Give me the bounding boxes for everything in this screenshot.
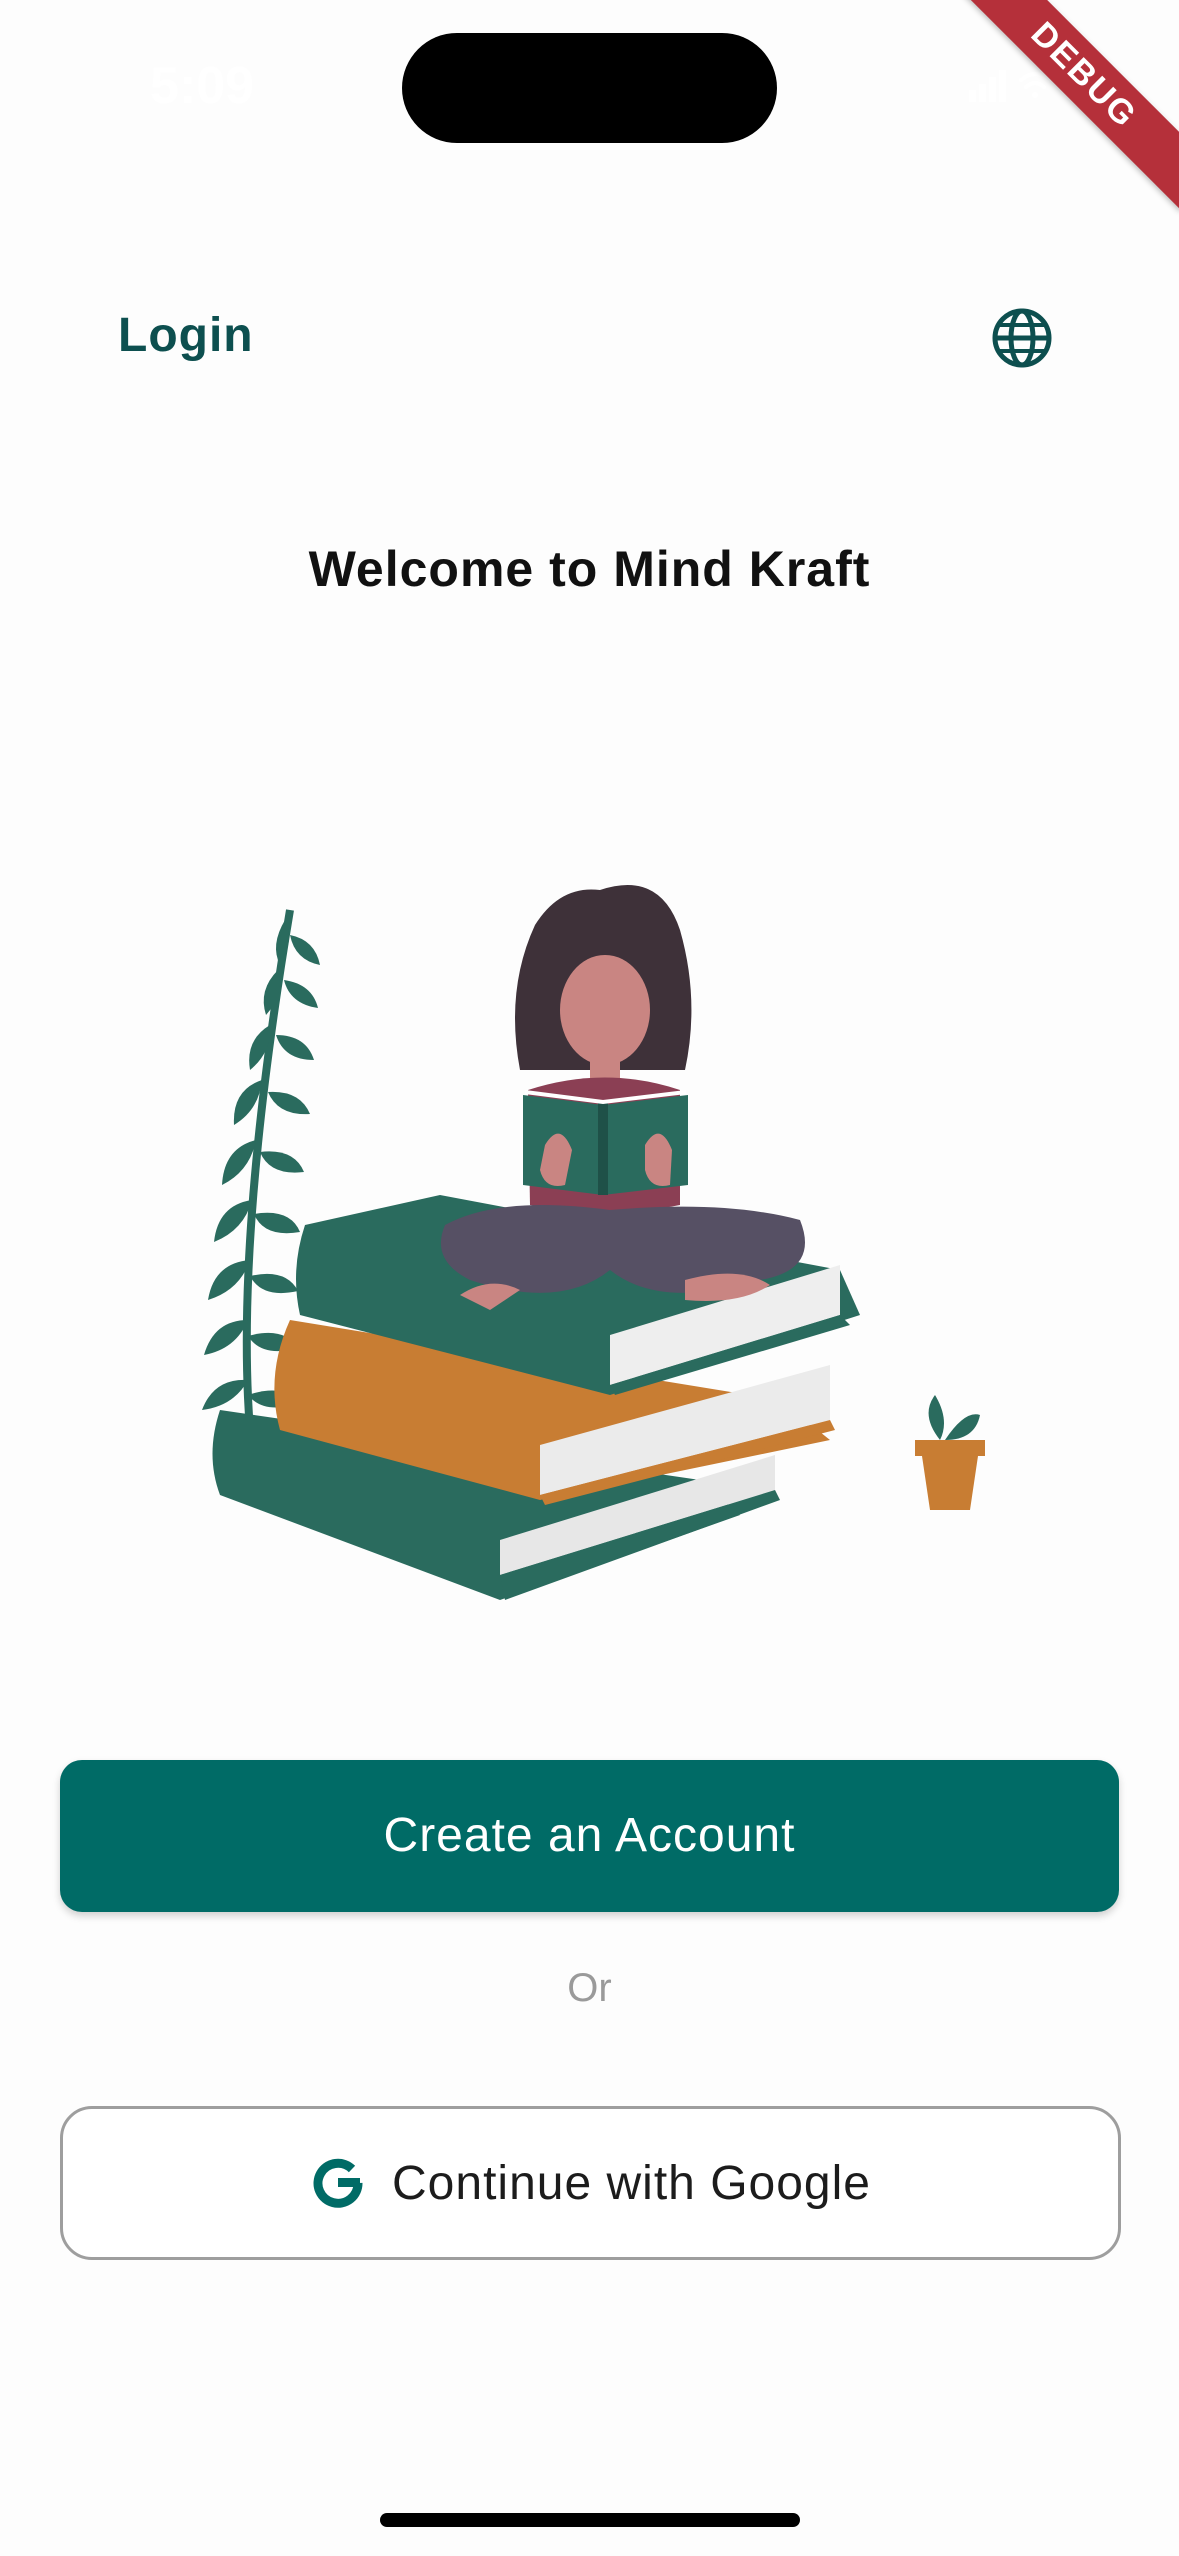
- potted-plant: [915, 1395, 985, 1510]
- home-indicator[interactable]: [380, 2513, 800, 2527]
- wifi-icon: [1019, 72, 1051, 98]
- google-g-icon: [313, 2158, 363, 2208]
- page-title: Login: [118, 309, 254, 362]
- globe-icon[interactable]: [990, 306, 1054, 370]
- dynamic-island: [402, 33, 777, 143]
- continue-with-google-button[interactable]: Continue with Google: [60, 2106, 1121, 2260]
- debug-banner: DEBUG: [948, 0, 1179, 211]
- google-button-label: Continue with Google: [392, 2156, 871, 2210]
- reading-illustration: [202, 885, 985, 1600]
- reading-person: [440, 885, 805, 1310]
- or-separator: Or: [567, 1966, 612, 2010]
- create-account-button[interactable]: Create an Account: [60, 1760, 1119, 1912]
- status-time: 5:09: [150, 57, 255, 115]
- signal-icon: [969, 70, 1006, 102]
- welcome-title: Welcome to Mind Kraft: [308, 541, 871, 597]
